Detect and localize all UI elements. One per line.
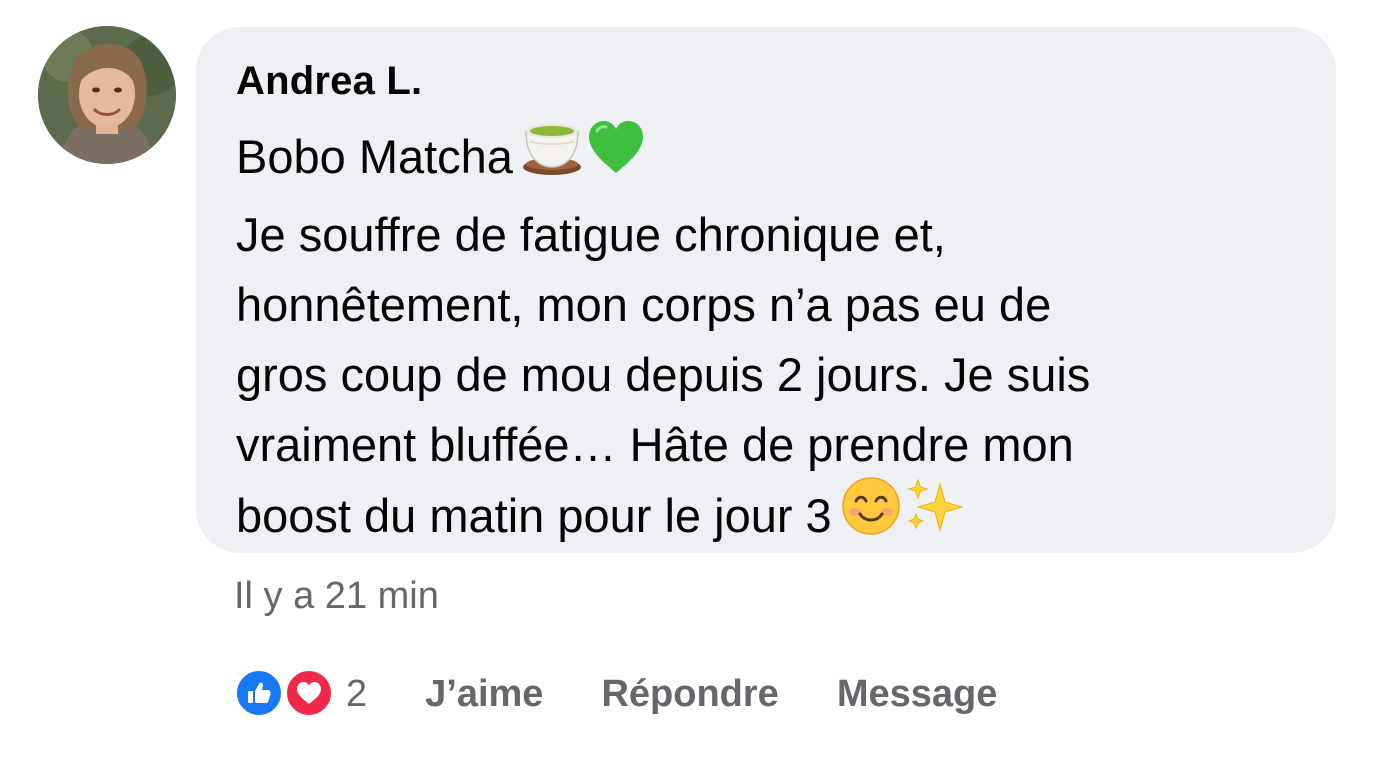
sparkles-icon — [904, 476, 966, 555]
comment-line: boost du matin pour le jour 3 — [236, 477, 1296, 559]
smiling-face-icon — [840, 476, 902, 555]
teacup-icon — [521, 117, 583, 196]
comment-line-text: boost du matin pour le jour 3 — [236, 488, 832, 542]
reaction-count[interactable]: 2 — [346, 673, 367, 716]
comment-line: Bobo Matcha — [236, 121, 1296, 200]
comment-text: Bobo Matcha Je souffre de fatigue chroni… — [236, 121, 1296, 559]
author-avatar[interactable] — [38, 26, 176, 164]
comment-line: Je souffre de fatigue chronique et, — [236, 208, 946, 261]
comment-actions: 2 J’aime Répondre Message — [234, 664, 997, 724]
reply-button[interactable]: Répondre — [601, 673, 778, 716]
reaction-summary[interactable] — [234, 666, 334, 722]
author-name[interactable]: Andrea L. — [236, 57, 1296, 105]
comment-line: honnêtement, mon corps n’a pas eu de — [236, 278, 1052, 331]
green-heart-icon — [585, 117, 647, 196]
comment: Andrea L. Bobo Matcha Je souffre de fati… — [0, 0, 1376, 768]
message-button[interactable]: Message — [837, 673, 998, 716]
comment-line: vraiment bluffée… Hâte de prendre mon — [236, 418, 1074, 471]
comment-timestamp[interactable]: Il y a 21 min — [234, 572, 439, 620]
like-button[interactable]: J’aime — [425, 673, 543, 716]
like-reaction-icon — [234, 668, 284, 718]
love-reaction-icon — [284, 668, 334, 718]
avatar-image — [38, 26, 176, 164]
comment-bubble: Andrea L. Bobo Matcha Je souffre de fati… — [196, 27, 1336, 553]
comment-line: gros coup de mou depuis 2 jours. Je suis — [236, 348, 1091, 401]
comment-line-text: Bobo Matcha — [236, 129, 513, 183]
